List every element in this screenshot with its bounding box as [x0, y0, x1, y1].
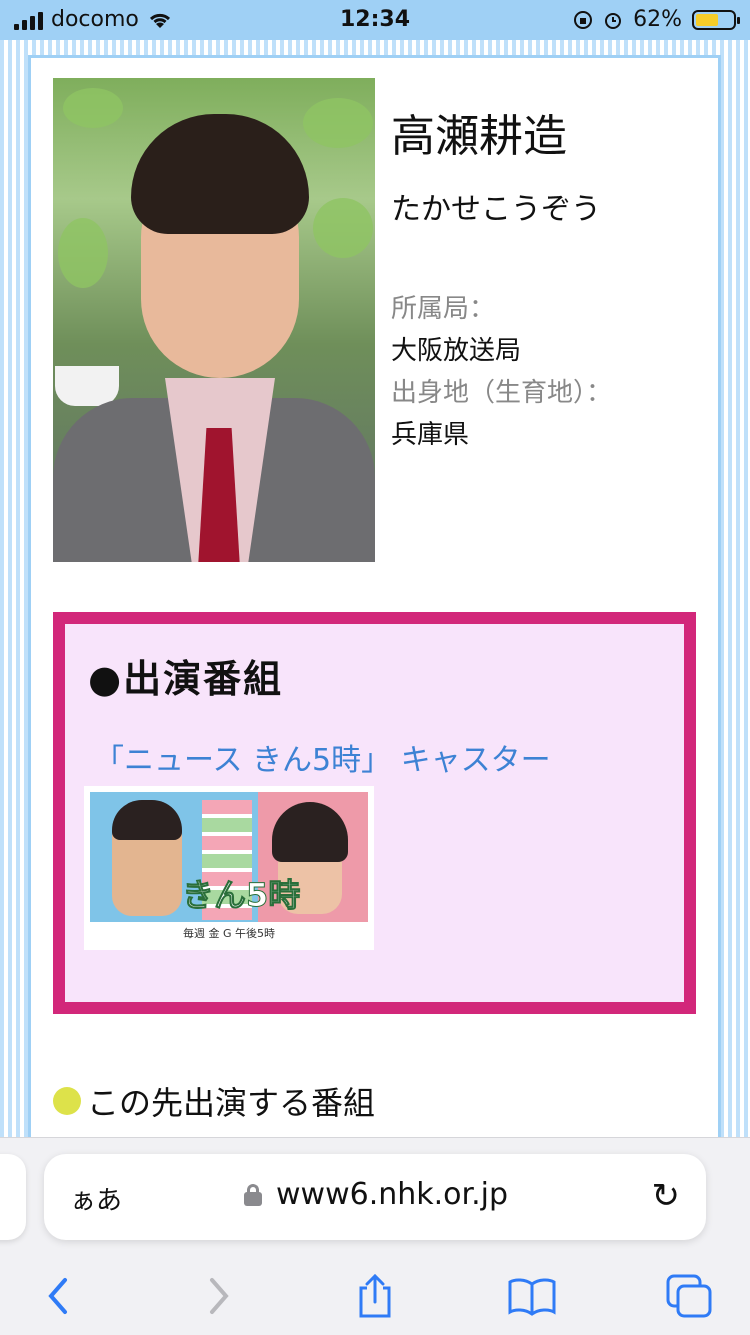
hometown-label: 出身地（生育地）：	[391, 378, 613, 408]
back-icon[interactable]	[27, 1266, 87, 1326]
profile-photo	[53, 78, 375, 562]
bullet-dot-icon	[53, 1087, 81, 1115]
programs-heading: ●出演番組	[88, 657, 284, 701]
status-right: 62%	[573, 7, 740, 32]
orientation-lock-icon	[574, 10, 593, 29]
reload-icon[interactable]: ↻	[652, 1176, 681, 1216]
alarm-icon	[605, 12, 622, 29]
previous-tab-edge[interactable]	[0, 1154, 26, 1240]
address-bar[interactable]: ぁあ www6.nhk.or.jp ↻	[44, 1154, 706, 1240]
person-name: 高瀬耕造	[391, 111, 567, 162]
hometown-value: 兵庫県	[391, 420, 470, 450]
status-bar: docomo 12:34 62%	[0, 0, 750, 40]
program-link[interactable]: 「ニュース きん5時」 キャスター	[94, 735, 551, 779]
url-text[interactable]: www6.nhk.or.jp	[276, 1177, 508, 1212]
program-thumbnail-image: きん5時 毎週 金 G 午後5時	[90, 792, 368, 944]
bookmarks-icon[interactable]	[502, 1266, 562, 1326]
reader-settings-button[interactable]: ぁあ	[70, 1180, 122, 1217]
program-thumbnail[interactable]: きん5時 毎週 金 G 午後5時	[84, 786, 374, 950]
browser-toolbar	[0, 1266, 750, 1326]
upcoming-heading: この先出演する番組	[53, 1078, 375, 1124]
person-name-kana: たかせこうぞう	[391, 192, 601, 227]
station-label: 所属局：	[391, 294, 496, 324]
tabs-icon[interactable]	[660, 1266, 720, 1326]
upcoming-heading-text: この先出演する番組	[87, 1084, 376, 1122]
browser-chrome: ぁあ www6.nhk.or.jp ↻	[0, 1137, 750, 1335]
battery-percent: 62%	[633, 7, 682, 32]
program-logo: きん5時	[181, 876, 301, 915]
battery-icon	[692, 9, 740, 30]
program-schedule: 毎週 金 G 午後5時	[90, 922, 368, 944]
forward-icon[interactable]	[190, 1266, 250, 1326]
station-value: 大阪放送局	[391, 336, 522, 366]
share-icon[interactable]	[345, 1266, 405, 1326]
lock-icon	[244, 1184, 262, 1206]
